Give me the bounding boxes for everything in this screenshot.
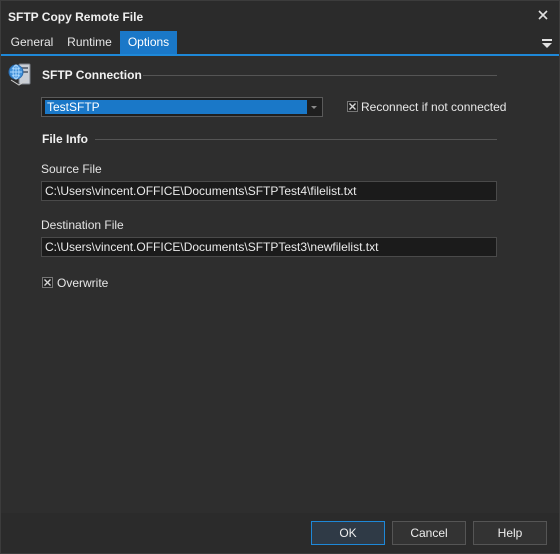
window-title: SFTP Copy Remote File <box>8 10 144 24</box>
tab-bar: General Runtime Options <box>1 31 559 54</box>
close-icon[interactable] <box>535 7 551 23</box>
connection-select[interactable]: TestSFTP <box>41 97 323 117</box>
tab-options[interactable]: Options <box>120 31 177 54</box>
cancel-button[interactable]: Cancel <box>392 521 466 545</box>
connection-select-value: TestSFTP <box>45 100 307 114</box>
overwrite-label: Overwrite <box>57 276 109 290</box>
ok-button[interactable]: OK <box>311 521 385 545</box>
reconnect-checkbox[interactable] <box>347 101 358 112</box>
chevron-down-icon[interactable] <box>307 99 321 115</box>
section-title-connection: SFTP Connection <box>42 68 142 82</box>
title-bar: SFTP Copy Remote File <box>1 1 559 31</box>
source-file-input[interactable]: C:\Users\vincent.OFFICE\Documents\SFTPTe… <box>41 181 497 201</box>
reconnect-label: Reconnect if not connected <box>361 100 507 114</box>
help-button[interactable]: Help <box>473 521 547 545</box>
dialog-window: SFTP Copy Remote File General Runtime Op… <box>0 0 560 554</box>
overwrite-checkbox[interactable] <box>42 277 53 288</box>
tab-runtime[interactable]: Runtime <box>61 31 118 54</box>
section-title-file-info: File Info <box>42 132 88 146</box>
source-file-label: Source File <box>41 162 102 176</box>
chevron-down-icon[interactable] <box>541 37 553 49</box>
destination-file-input[interactable]: C:\Users\vincent.OFFICE\Documents\SFTPTe… <box>41 237 497 257</box>
section-divider <box>95 139 497 140</box>
section-divider <box>143 75 497 76</box>
destination-file-label: Destination File <box>41 218 124 232</box>
tab-general[interactable]: General <box>4 31 60 54</box>
server-globe-icon <box>7 61 33 87</box>
